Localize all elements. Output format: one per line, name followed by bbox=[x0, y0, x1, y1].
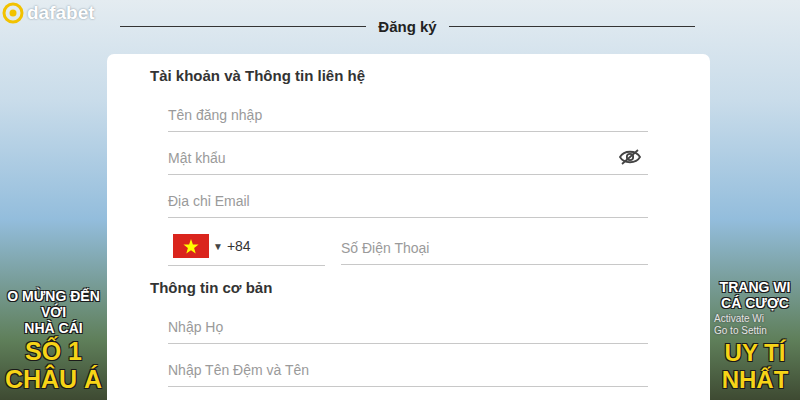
logo-text: dafabet bbox=[27, 2, 95, 24]
section-title: Thông tin cơ bản bbox=[150, 276, 650, 302]
text-input[interactable]: Nhập Tên Đệm và Tên bbox=[168, 345, 648, 387]
promo-text: VỚI bbox=[41, 304, 66, 320]
promo-text: CHÂU Á bbox=[5, 365, 102, 394]
promo-text: UY TÍ bbox=[725, 339, 786, 367]
form-section: Tài khoản và Thông tin liên hệTên đăng n… bbox=[150, 64, 650, 276]
promo-text: NHẤT bbox=[722, 366, 789, 394]
page-title: Đăng ký bbox=[366, 18, 448, 35]
registration-page: dafabet Đăng ký O MỪNG ĐẾNVỚINHÀ CÁISỐ 1CH… bbox=[0, 0, 800, 400]
logo-icon bbox=[2, 2, 24, 24]
promo-banner-right: TRANG WICÁ CƯỢCActivate WiGo to SettinUY… bbox=[710, 52, 800, 400]
activation-watermark: Activate WiGo to Settin bbox=[710, 311, 767, 339]
promo-text: SỐ 1 bbox=[25, 337, 82, 366]
phone-input[interactable]: Số Điện Thoại bbox=[341, 219, 648, 265]
logo[interactable]: dafabet bbox=[0, 0, 120, 24]
eye-off-icon[interactable] bbox=[618, 148, 642, 166]
vietnam-flag-icon bbox=[173, 234, 209, 258]
promo-text: NHÀ CÁI bbox=[24, 320, 82, 336]
header: dafabet Đăng ký bbox=[0, 0, 800, 52]
promo-text: O MỪNG ĐẾN bbox=[7, 288, 100, 304]
country-code-select[interactable]: ▼ +84 bbox=[168, 219, 325, 266]
password-input[interactable]: Mật khẩu bbox=[168, 133, 648, 175]
registration-form: Tài khoản và Thông tin liên hệTên đăng n… bbox=[107, 54, 710, 400]
text-input[interactable]: Địa chỉ Email bbox=[168, 176, 648, 218]
promo-banner-left: O MỪNG ĐẾNVỚINHÀ CÁISỐ 1CHÂU Á bbox=[0, 52, 107, 400]
form-section: Thông tin cơ bảnNhập HọNhập Tên Đệm và T… bbox=[150, 276, 650, 388]
header-line bbox=[120, 26, 366, 27]
header-line bbox=[449, 26, 695, 27]
promo-text: TRANG WI bbox=[720, 279, 791, 295]
section-title: Tài khoản và Thông tin liên hệ bbox=[150, 64, 650, 90]
country-code: +84 bbox=[227, 238, 251, 254]
text-input[interactable]: Nhập Họ bbox=[168, 302, 648, 344]
dropdown-icon: ▼ bbox=[213, 241, 223, 252]
phone-row: ▼ +84 Số Điện Thoại bbox=[168, 219, 648, 266]
promo-text: CÁ CƯỢC bbox=[721, 295, 789, 311]
text-input[interactable]: Tên đăng nhập bbox=[168, 90, 648, 132]
